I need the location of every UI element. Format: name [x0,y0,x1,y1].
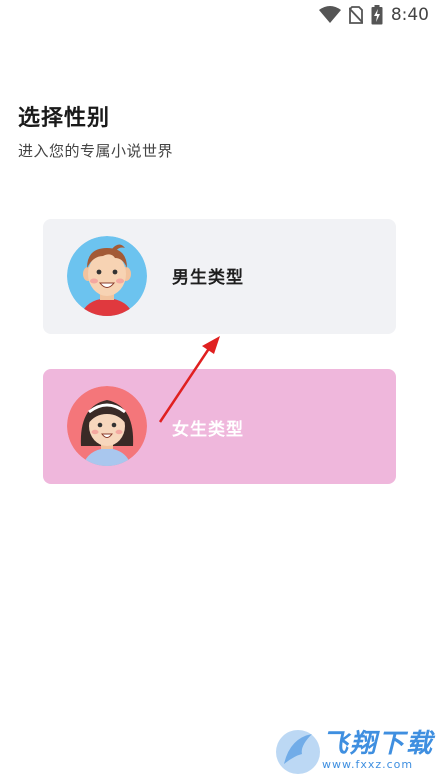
status-bar: 8:40 [0,0,439,30]
status-time: 8:40 [390,5,429,25]
annotation-arrow-icon [158,336,220,423]
male-type-label: 男生类型 [172,268,244,288]
watermark-text: 飞翔下载 [322,729,435,759]
page-subtitle: 进入您的专属小说世界 [18,142,174,160]
wifi-icon [318,6,341,23]
status-icons: 8:40 [318,4,429,26]
male-type-card[interactable]: 男生类型 [43,219,396,334]
boy-avatar [67,236,147,316]
battery-charging-icon [371,5,383,25]
no-sim-icon [348,6,363,24]
watermark-url: www.fxxz.com [322,758,414,771]
page-title: 选择性别 [18,106,111,131]
girl-avatar [67,386,147,466]
